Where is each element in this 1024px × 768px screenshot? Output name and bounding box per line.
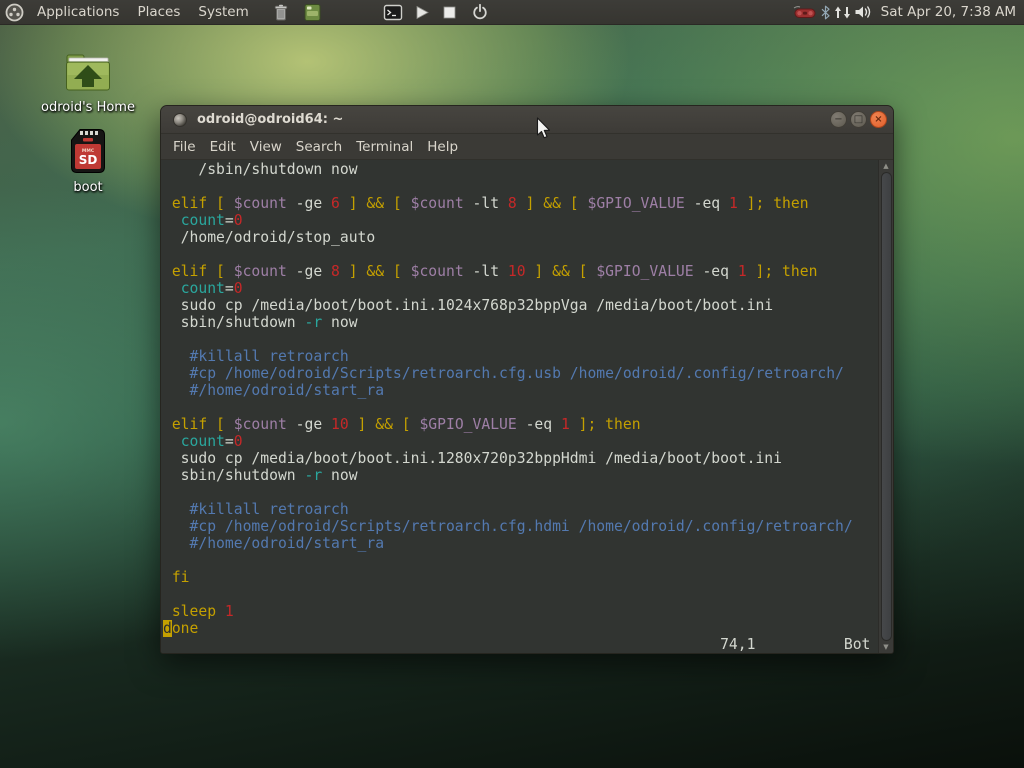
play-icon[interactable]	[410, 0, 434, 25]
vim-scroll-position: Bot	[844, 636, 871, 653]
menu-terminal[interactable]: Terminal	[349, 139, 420, 155]
desktop-icon-label: odroid's Home	[40, 100, 136, 115]
stop-icon[interactable]	[438, 0, 462, 25]
panel-clock[interactable]: Sat Apr 20, 7:38 AM	[875, 4, 1024, 20]
desktop: Applications Places System	[0, 0, 1024, 768]
mouse-cursor	[536, 117, 551, 140]
gamepad-icon[interactable]	[791, 0, 819, 25]
volume-icon[interactable]	[853, 0, 875, 25]
terminal-content: /sbin/shutdown now elif [ $count -ge 6 ]…	[161, 160, 893, 653]
titlebar[interactable]: odroid@odroid64: ~ − □ ×	[161, 106, 893, 134]
network-arrows-icon[interactable]	[833, 0, 853, 25]
window-app-icon	[173, 113, 187, 127]
bluetooth-icon[interactable]	[819, 0, 833, 25]
terminal-window: odroid@odroid64: ~ − □ × File Edit View …	[160, 105, 894, 654]
top-panel: Applications Places System	[0, 0, 1024, 25]
terminal-menubar: File Edit View Search Terminal Help	[161, 134, 893, 160]
desktop-icon-home[interactable]: odroid's Home	[40, 52, 136, 115]
terminal-buffer: /sbin/shutdown now elif [ $count -ge 6 ]…	[161, 160, 878, 637]
menu-file[interactable]: File	[166, 139, 203, 155]
desktop-icon-label: boot	[40, 180, 136, 195]
menu-places[interactable]: Places	[128, 0, 189, 25]
trash-icon[interactable]	[270, 0, 292, 25]
menu-system[interactable]: System	[189, 0, 257, 25]
terminal-launcher-icon[interactable]	[382, 0, 404, 25]
menu-help[interactable]: Help	[420, 139, 465, 155]
sd-card-icon: SD MMC	[68, 128, 108, 174]
scrollbar-thumb[interactable]	[881, 172, 892, 641]
minimize-button[interactable]: −	[830, 111, 847, 128]
shutdown-icon[interactable]	[468, 0, 492, 25]
vim-ruler: 74,1	[720, 636, 755, 653]
scrollbar[interactable]: ▲ ▼	[878, 160, 893, 653]
close-button[interactable]: ×	[870, 111, 887, 128]
desktop-icon-boot[interactable]: SD MMC boot	[40, 128, 136, 195]
window-title: odroid@odroid64: ~	[197, 112, 343, 127]
scrollbar-down-icon[interactable]: ▼	[879, 642, 893, 652]
menu-view[interactable]: View	[243, 139, 289, 155]
menu-search[interactable]: Search	[289, 139, 349, 155]
vim-editor[interactable]: /sbin/shutdown now elif [ $count -ge 6 ]…	[161, 160, 878, 653]
home-folder-icon	[65, 52, 111, 94]
menu-edit[interactable]: Edit	[203, 139, 243, 155]
file-manager-icon[interactable]	[302, 0, 324, 25]
mate-menu-icon[interactable]	[0, 0, 28, 25]
scrollbar-up-icon[interactable]: ▲	[879, 161, 893, 171]
vim-status-line: 74,1 Bot	[161, 636, 878, 653]
svg-text:MMC: MMC	[82, 148, 95, 154]
svg-text:SD: SD	[79, 153, 98, 167]
menu-applications[interactable]: Applications	[28, 0, 128, 25]
maximize-button[interactable]: □	[850, 111, 867, 128]
